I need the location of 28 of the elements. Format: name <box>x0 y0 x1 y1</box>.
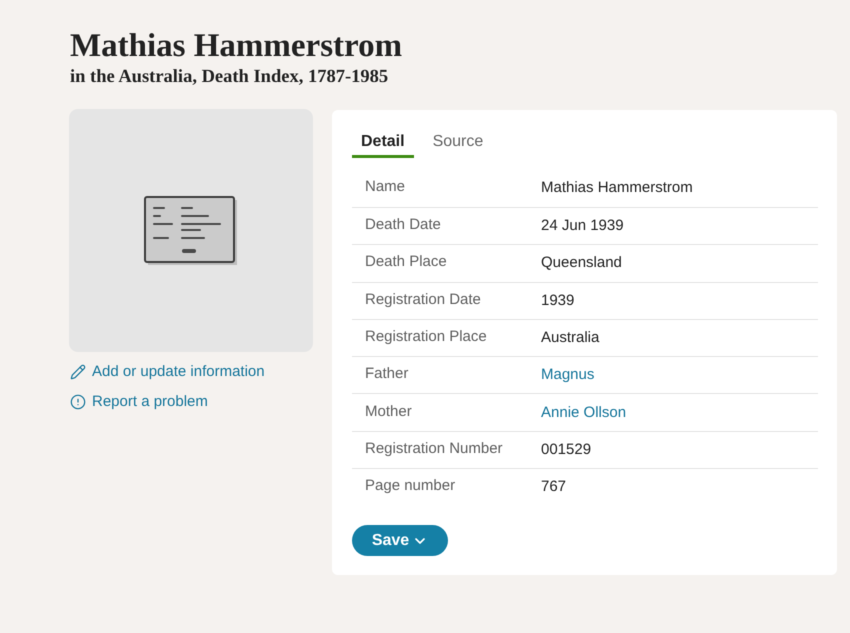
field-value: 1939 <box>541 290 574 311</box>
document-icon <box>144 196 238 266</box>
field-value: Australia <box>541 328 600 348</box>
field-label: Father <box>365 364 410 384</box>
field-value: 767 <box>541 477 566 498</box>
field-value-link[interactable]: Annie Ollson <box>541 402 626 423</box>
field-value: 001529 <box>541 440 592 460</box>
collection-subtitle: in the Australia, Death Index, 1787-1985 <box>70 66 388 88</box>
alert-circle-icon <box>70 394 86 410</box>
field-value: Mathias Hammerstrom <box>541 178 693 198</box>
report-link[interactable]: Report a problem <box>70 392 208 412</box>
field-value-link[interactable]: Magnus <box>541 365 594 386</box>
save-button[interactable]: Save <box>352 525 448 556</box>
field-value: 24 Jun 1939 <box>541 216 624 236</box>
field-label: Registration Number <box>365 438 504 459</box>
tab[interactable]: Source <box>424 130 492 158</box>
field-label: Registration Place <box>365 327 488 348</box>
field-label: Registration Date <box>365 290 482 310</box>
field-label: Death Place <box>365 252 448 272</box>
person-name-title: Mathias Hammerstrom <box>70 27 402 66</box>
pencil-icon <box>70 364 86 380</box>
edit-link[interactable]: Add or update information <box>70 362 265 382</box>
field-label: Name <box>365 176 406 196</box>
field-value: Queensland <box>541 253 622 274</box>
field-label: Mother <box>365 402 413 422</box>
field-label: Death Date <box>365 215 442 236</box>
tab[interactable]: Detail <box>352 130 414 158</box>
field-label: Page number <box>365 476 456 496</box>
